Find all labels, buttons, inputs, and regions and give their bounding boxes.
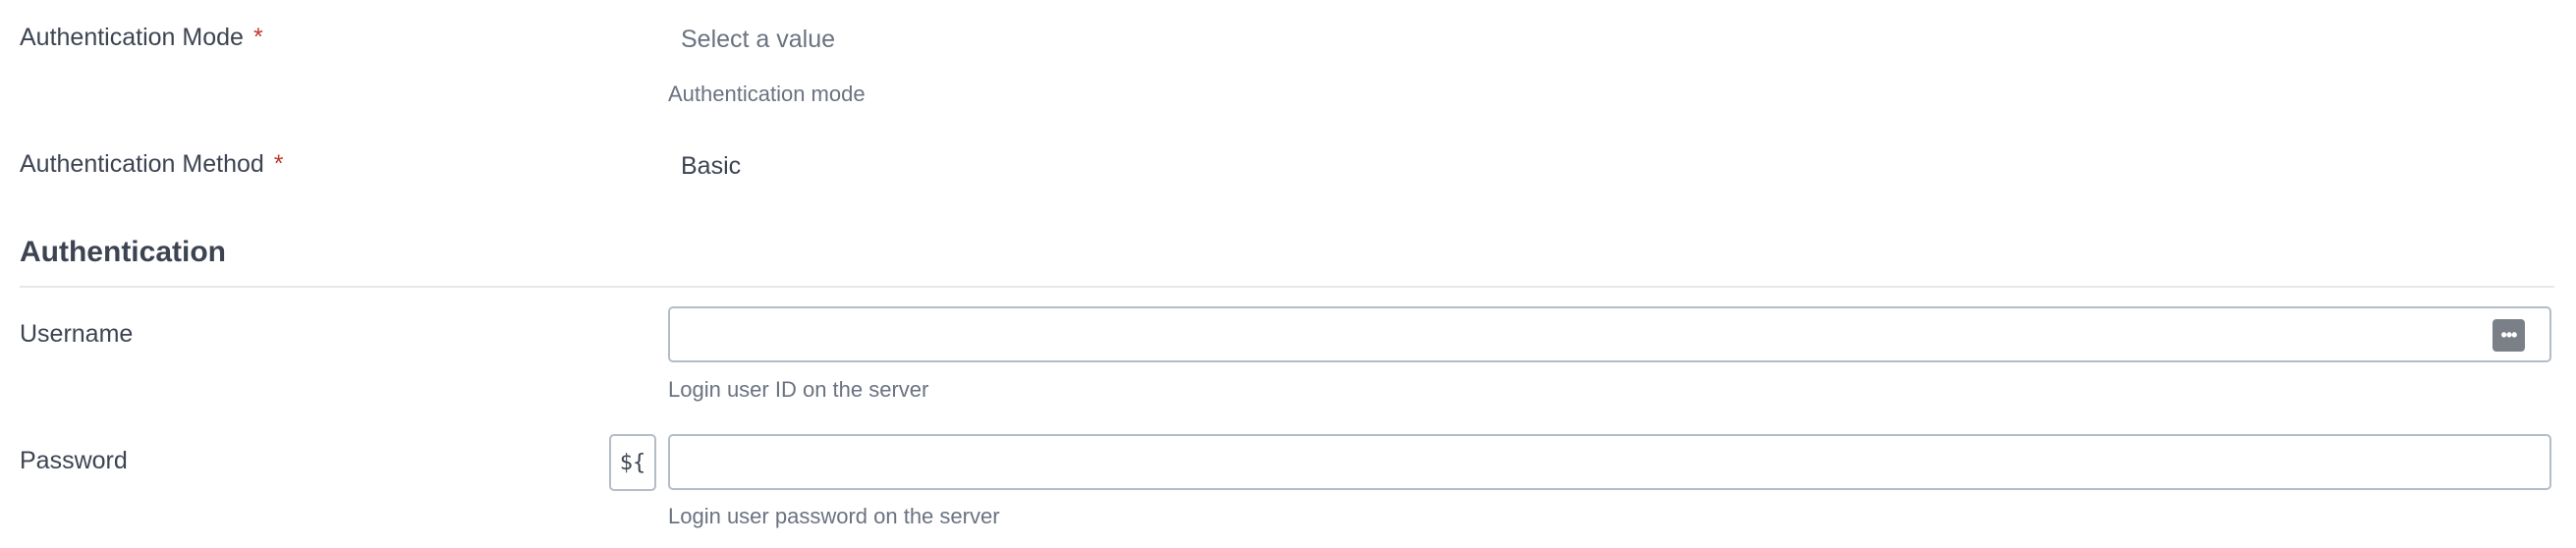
- username-label: Username: [20, 320, 134, 348]
- authentication-method-label: Authentication Method *: [20, 150, 284, 179]
- password-label: Password: [20, 447, 128, 474]
- authentication-mode-label: Authentication Mode *: [20, 24, 263, 52]
- password-field-wrapper: [668, 434, 2551, 490]
- password-help: Login user password on the server: [668, 504, 1000, 528]
- authentication-mode-help: Authentication mode: [668, 82, 866, 106]
- authentication-method-label-text: Authentication Method: [20, 150, 264, 178]
- ellipsis-icon[interactable]: •••: [2492, 319, 2525, 352]
- authentication-mode-select[interactable]: Select a value: [681, 26, 835, 54]
- authentication-method-select[interactable]: Basic: [681, 152, 741, 181]
- required-marker: *: [252, 24, 263, 51]
- variable-insert-button[interactable]: ${: [609, 434, 656, 491]
- section-divider: [20, 286, 2554, 288]
- username-help: Login user ID on the server: [668, 377, 929, 402]
- authentication-mode-label-text: Authentication Mode: [20, 24, 244, 51]
- username-input[interactable]: [670, 308, 2549, 360]
- authentication-section-title: Authentication: [20, 236, 226, 268]
- username-field-wrapper: •••: [668, 306, 2551, 362]
- required-marker: *: [273, 150, 284, 178]
- password-input[interactable]: [670, 436, 2549, 488]
